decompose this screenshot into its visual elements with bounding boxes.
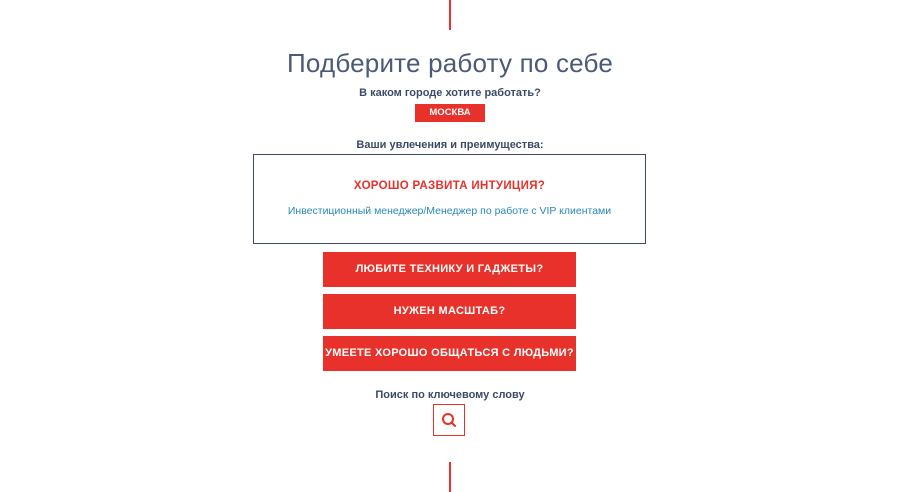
search-icon — [442, 413, 456, 427]
hobby-button-gadgets[interactable]: ЛЮБИТЕ ТЕХНИКУ И ГАДЖЕТЫ? — [323, 252, 576, 287]
active-hobby-card: ХОРОШО РАЗВИТА ИНТУИЦИЯ? Инвестиционный … — [253, 154, 646, 244]
bottom-divider-line — [449, 462, 451, 492]
job-finder-page: Подберите работу по себе В каком городе … — [0, 0, 900, 492]
city-question: В каком городе хотите работать? — [359, 87, 541, 99]
search-button[interactable] — [433, 404, 465, 436]
hobbies-label: Ваши увлечения и преимущества: — [356, 139, 544, 151]
hobby-button-communication[interactable]: УМЕЕТЕ ХОРОШО ОБЩАТЬСЯ С ЛЮДЬМИ? — [323, 336, 576, 371]
hobby-button-scale[interactable]: НУЖЕН МАСШТАБ? — [323, 294, 576, 329]
top-divider-line — [449, 0, 451, 30]
page-title: Подберите работу по себе — [286, 48, 613, 78]
job-link[interactable]: Инвестиционный менеджер/Менеджер по рабо… — [254, 205, 645, 217]
search-label: Поиск по ключевому слову — [375, 389, 525, 401]
city-select-button[interactable]: МОСКВА — [415, 104, 485, 122]
active-hobby-question: ХОРОШО РАЗВИТА ИНТУИЦИЯ? — [353, 180, 546, 192]
